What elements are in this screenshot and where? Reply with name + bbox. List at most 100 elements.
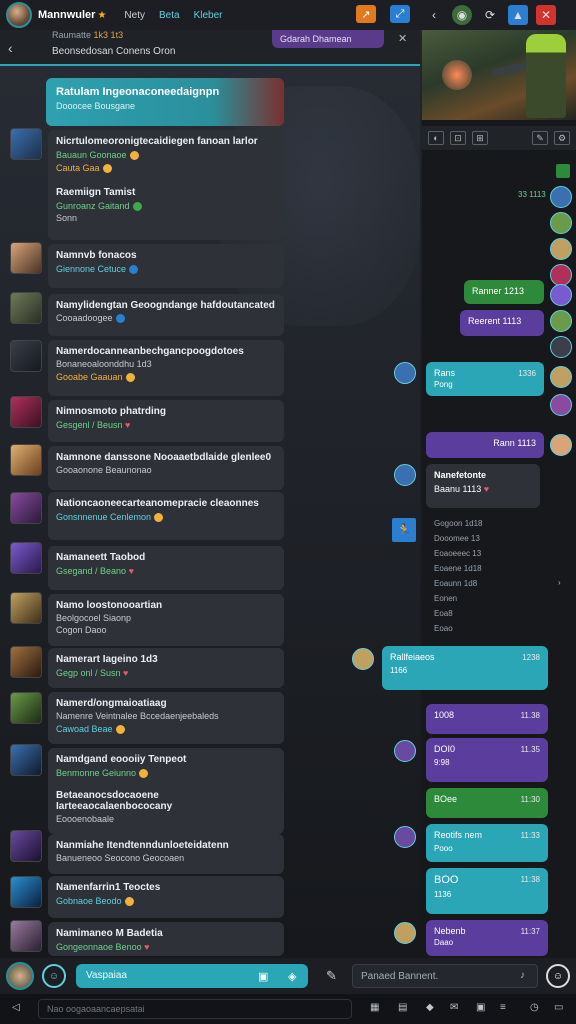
back-arrow-icon[interactable]: ‹ [8,40,13,56]
list-item[interactable]: Nimnosmoto phatrding Gesgenl / Beusn ♥ [48,400,284,442]
pen-icon[interactable]: ✎ [326,968,337,984]
avatar[interactable] [550,366,572,388]
avatar[interactable] [550,336,572,358]
drop-icon[interactable]: ▲ [508,5,528,25]
folder-icon[interactable]: ▤ [398,1002,407,1013]
avatar[interactable] [10,492,42,524]
avatar[interactable] [394,826,416,848]
list-item[interactable]: Nicrtulomeoronigtecaidiegen fanoan larlo… [48,130,284,240]
chevron-right-icon[interactable]: › [558,578,561,587]
close-small-icon[interactable]: ✕ [398,32,407,45]
list-item[interactable]: Namylidengtan Geoogndange hafdoutancated… [48,294,284,336]
chat-icon[interactable]: ▭ [554,1002,563,1013]
message-list[interactable]: Ratulam Ingeonaconeedaignpn Dooocee Bous… [0,66,420,958]
user-name[interactable]: Mannwuler [38,9,95,21]
composer-avatar[interactable] [6,962,34,990]
chevron-left-icon[interactable]: ‹ [424,5,444,25]
smile-icon[interactable]: ☺ [546,964,570,988]
user-avatar[interactable] [6,2,32,28]
list-item[interactable]: Namo loostonooartian Beolgocoel Siaonp C… [48,594,284,646]
gif-icon[interactable]: ◈ [288,970,296,983]
avatar[interactable] [10,744,42,776]
list-item[interactable]: Nanmiahe Itendtenndunloeteidatenn Banuen… [48,834,284,874]
list-item[interactable]: Namerd/ongmaioatiaag Namenre Veintnalee … [48,692,284,744]
chat-bubble[interactable]: Reerent 1113 [460,310,544,336]
game-icon[interactable]: ◉ [452,5,472,25]
close-icon[interactable]: ✕ [536,5,556,25]
nav-item-nety[interactable]: Nety [124,10,145,21]
comment-input[interactable]: Panaed Bannent. [352,964,538,988]
clip-icon[interactable]: ⊡ [450,131,466,145]
camera-icon[interactable]: ◐ [428,131,444,145]
avatar[interactable] [352,648,374,670]
run-icon[interactable]: 🏃 [392,518,416,542]
nav-item-kleber[interactable]: Kleber [194,10,223,21]
avatar[interactable] [550,284,572,306]
chat-bubble[interactable]: Reotifs nem Pooo 11:33 [426,824,548,862]
share-button[interactable]: ↗ [356,5,376,23]
avatar[interactable] [10,920,42,952]
avatar[interactable] [550,212,572,234]
mic-icon[interactable]: ♪ [520,970,525,981]
avatar[interactable] [10,692,42,724]
chat-bubble[interactable]: Nanefetonte Baanu 1113 ♥ [426,464,540,508]
video-preview[interactable] [422,30,576,120]
avatar[interactable] [10,876,42,908]
chat-bubble[interactable]: Ranner 1213 [464,280,544,304]
avatar[interactable] [550,310,572,332]
refresh-icon[interactable]: ⟳ [480,5,500,25]
avatar[interactable] [10,128,42,160]
avatar[interactable] [10,646,42,678]
chat-bubble[interactable]: DOI0 9:98 11.35 [426,738,548,782]
edit-icon[interactable]: ✎ [532,131,548,145]
chat-bubble[interactable]: BOee 11:30 [426,788,548,818]
list-item[interactable]: Namenfarrin1 Teoctes Gobnaoe Beodo [48,876,284,918]
avatar[interactable] [394,740,416,762]
list-item[interactable]: Namdgand eoooiiy Tenpeot Benmonne Geiunn… [48,748,284,834]
list-item[interactable]: Namnvb fonacos Giennone Cetuce [48,244,284,288]
list-item[interactable]: Namnone danssone Nooaaetbdlaide glenlee0… [48,446,284,490]
avatar[interactable] [394,922,416,944]
settings-icon[interactable]: ⚙ [554,131,570,145]
avatar[interactable] [394,362,416,384]
avatar[interactable] [10,292,42,324]
chat-bubble[interactable]: Rallfeiaeos 1166 1238 [382,646,548,690]
list-item[interactable]: Namimaneo M Badetia Gongeonnaoe Benoo ♥ [48,922,284,956]
avatar[interactable] [550,394,572,416]
avatar[interactable] [10,592,42,624]
channel-pill[interactable]: Gdarah Dhamean [272,30,384,48]
list-item[interactable]: Namaneett Taobod Gsegand / Beano ♥ [48,546,284,590]
list-item[interactable]: Namerdocanneanbechgancpoogdotoes Bonaneo… [48,340,284,396]
chat-bubble[interactable]: Nebenb Daao 11:37 [426,920,548,956]
emoji-button[interactable]: ☺ [42,964,66,988]
clock-icon[interactable]: ◷ [530,1002,539,1013]
list-item[interactable]: Namerart Iageino 1d3 Gegp onl / Susn ♥ [48,648,284,688]
chat-bubble[interactable]: BOO 1136 11:38 [426,868,548,914]
avatar[interactable] [10,542,42,574]
avatar[interactable] [10,444,42,476]
avatar[interactable] [394,464,416,486]
back-nav-icon[interactable]: ◁ [12,1002,20,1013]
avatar[interactable] [550,434,572,456]
expand-button[interactable]: ⤢ [390,5,410,23]
gift-icon[interactable]: ▣ [476,1002,485,1013]
image-icon[interactable]: ▣ [258,970,268,983]
grid-icon[interactable]: ⊞ [472,131,488,145]
message-input[interactable]: Vaspaiaa [76,964,308,988]
chat-bubble[interactable]: Rans Pong 1336 [426,362,544,396]
pinned-message[interactable]: Ratulam Ingeonaconeedaignpn Dooocee Bous… [46,78,284,126]
avatar[interactable] [10,340,42,372]
list-item[interactable]: Nationcaoneecarteanomepracie cleaonnes G… [48,492,284,540]
mail-icon[interactable]: ✉ [450,1002,458,1013]
calendar-icon[interactable]: ▦ [370,1002,379,1013]
drop-icon-small[interactable]: ◆ [426,1002,434,1013]
system-search[interactable]: Nao oogaoaancaepsatai [38,999,352,1019]
avatar[interactable] [10,830,42,862]
avatar[interactable] [550,186,572,208]
menu-icon[interactable]: ≡ [500,1002,506,1013]
chat-bubble[interactable]: 1008 11.38 [426,704,548,734]
avatar[interactable] [10,242,42,274]
avatar[interactable] [10,396,42,428]
nav-item-beta[interactable]: Beta [159,10,180,21]
avatar[interactable] [550,238,572,260]
